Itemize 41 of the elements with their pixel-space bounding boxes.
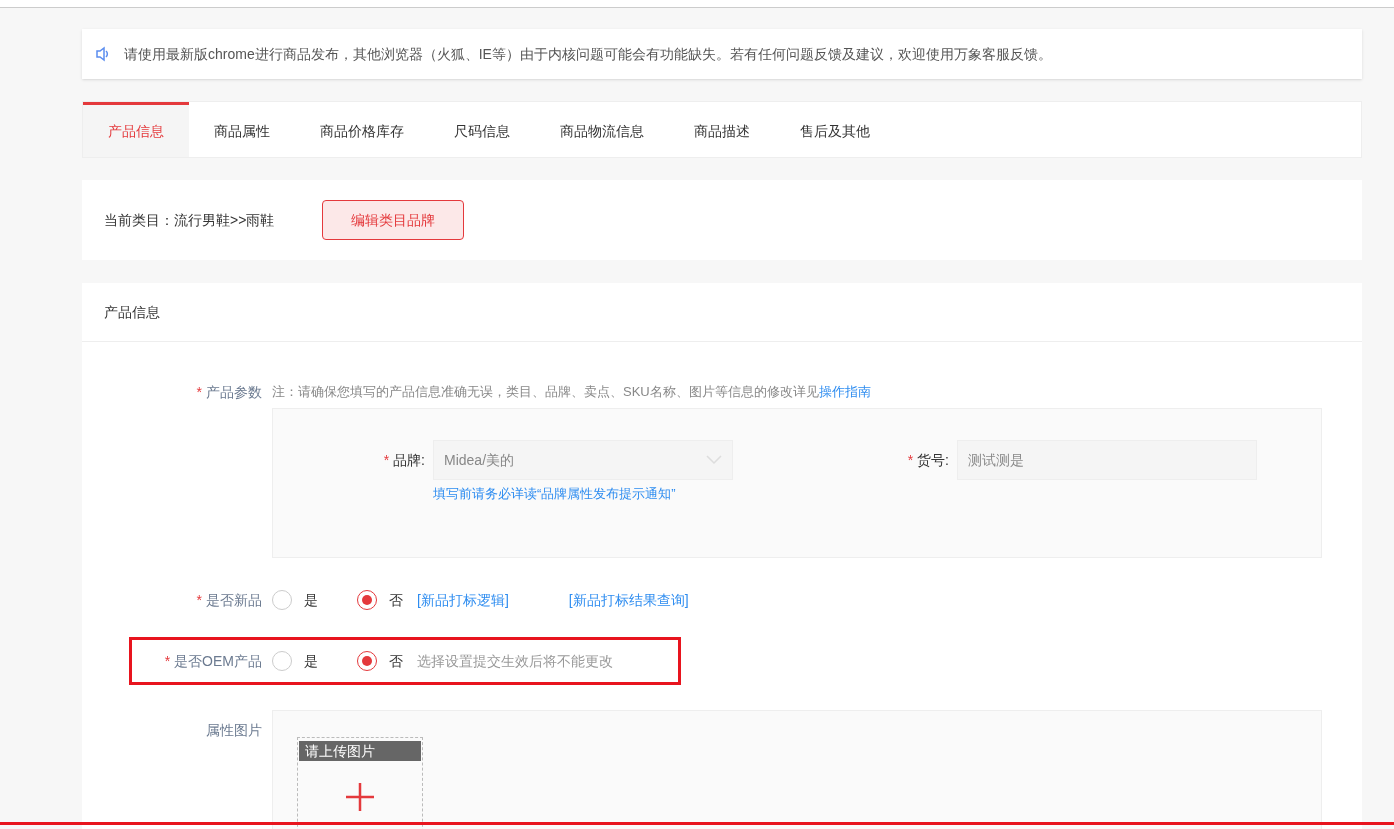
plus-icon xyxy=(344,781,376,813)
radio-button[interactable] xyxy=(272,590,292,610)
tab[interactable]: 产品信息 xyxy=(83,102,189,157)
notice-text: 请使用最新版chrome进行商品发布，其他浏览器（火狐、IE等）由于内核问题可能会有功能缺失。若有任何问题反馈及建议，欢迎使用万象客服反馈。 xyxy=(124,45,1052,64)
note-text: 注：请确保您填写的产品信息准确无误，类目、品牌、卖点、SKU名称、图片等信息的修改详见 xyxy=(272,382,819,401)
edit-category-button[interactable]: 编辑类目品牌 xyxy=(322,200,464,240)
tab[interactable]: 商品物流信息 xyxy=(535,102,669,157)
radio-label: 是 xyxy=(304,591,318,610)
field-label: 品牌: xyxy=(393,451,425,470)
field-label: 是否OEM产品 xyxy=(174,652,262,671)
radio-label: 否 xyxy=(389,652,403,671)
tab[interactable]: 尺码信息 xyxy=(429,102,535,157)
radio-button[interactable] xyxy=(357,590,377,610)
required-mark: * xyxy=(196,591,202,610)
chevron-down-icon xyxy=(706,455,722,465)
upload-label: 请上传图片 xyxy=(299,741,421,761)
field-label: 产品参数 xyxy=(206,383,262,402)
radio-label: 是 xyxy=(304,652,318,671)
oem-hint: 选择设置提交生效后将不能更改 xyxy=(417,652,613,671)
required-mark: * xyxy=(164,652,171,671)
tab[interactable]: 商品描述 xyxy=(669,102,775,157)
radio-button[interactable] xyxy=(272,651,292,671)
brand-select[interactable]: Midea/美的 xyxy=(433,440,733,480)
required-mark: * xyxy=(907,451,914,470)
field-label: 货号: xyxy=(917,451,949,470)
field-label: 是否新品 xyxy=(206,591,262,610)
radio-label: 否 xyxy=(389,591,403,610)
required-mark: * xyxy=(196,383,202,402)
tab[interactable]: 售后及其他 xyxy=(775,102,895,157)
field-label: 属性图片 xyxy=(206,721,262,740)
section-title: 产品信息 xyxy=(104,303,160,322)
required-mark: * xyxy=(383,451,390,470)
brand-notice-link[interactable]: 填写前请务必详读“品牌属性发布提示通知” xyxy=(433,484,733,504)
new-product-result-link[interactable]: [新品打标结果查询] xyxy=(568,590,689,610)
new-product-logic-link[interactable]: [新品打标逻辑] xyxy=(417,590,509,610)
guide-link[interactable]: 操作指南 xyxy=(818,382,871,402)
radio-button[interactable] xyxy=(357,651,377,671)
tab[interactable]: 商品价格库存 xyxy=(295,102,429,157)
item-number-field[interactable]: 测试测是 xyxy=(957,440,1257,480)
tab[interactable]: 商品属性 xyxy=(189,102,295,157)
category-text: 当前类目：流行男鞋>>雨鞋 xyxy=(104,211,276,230)
